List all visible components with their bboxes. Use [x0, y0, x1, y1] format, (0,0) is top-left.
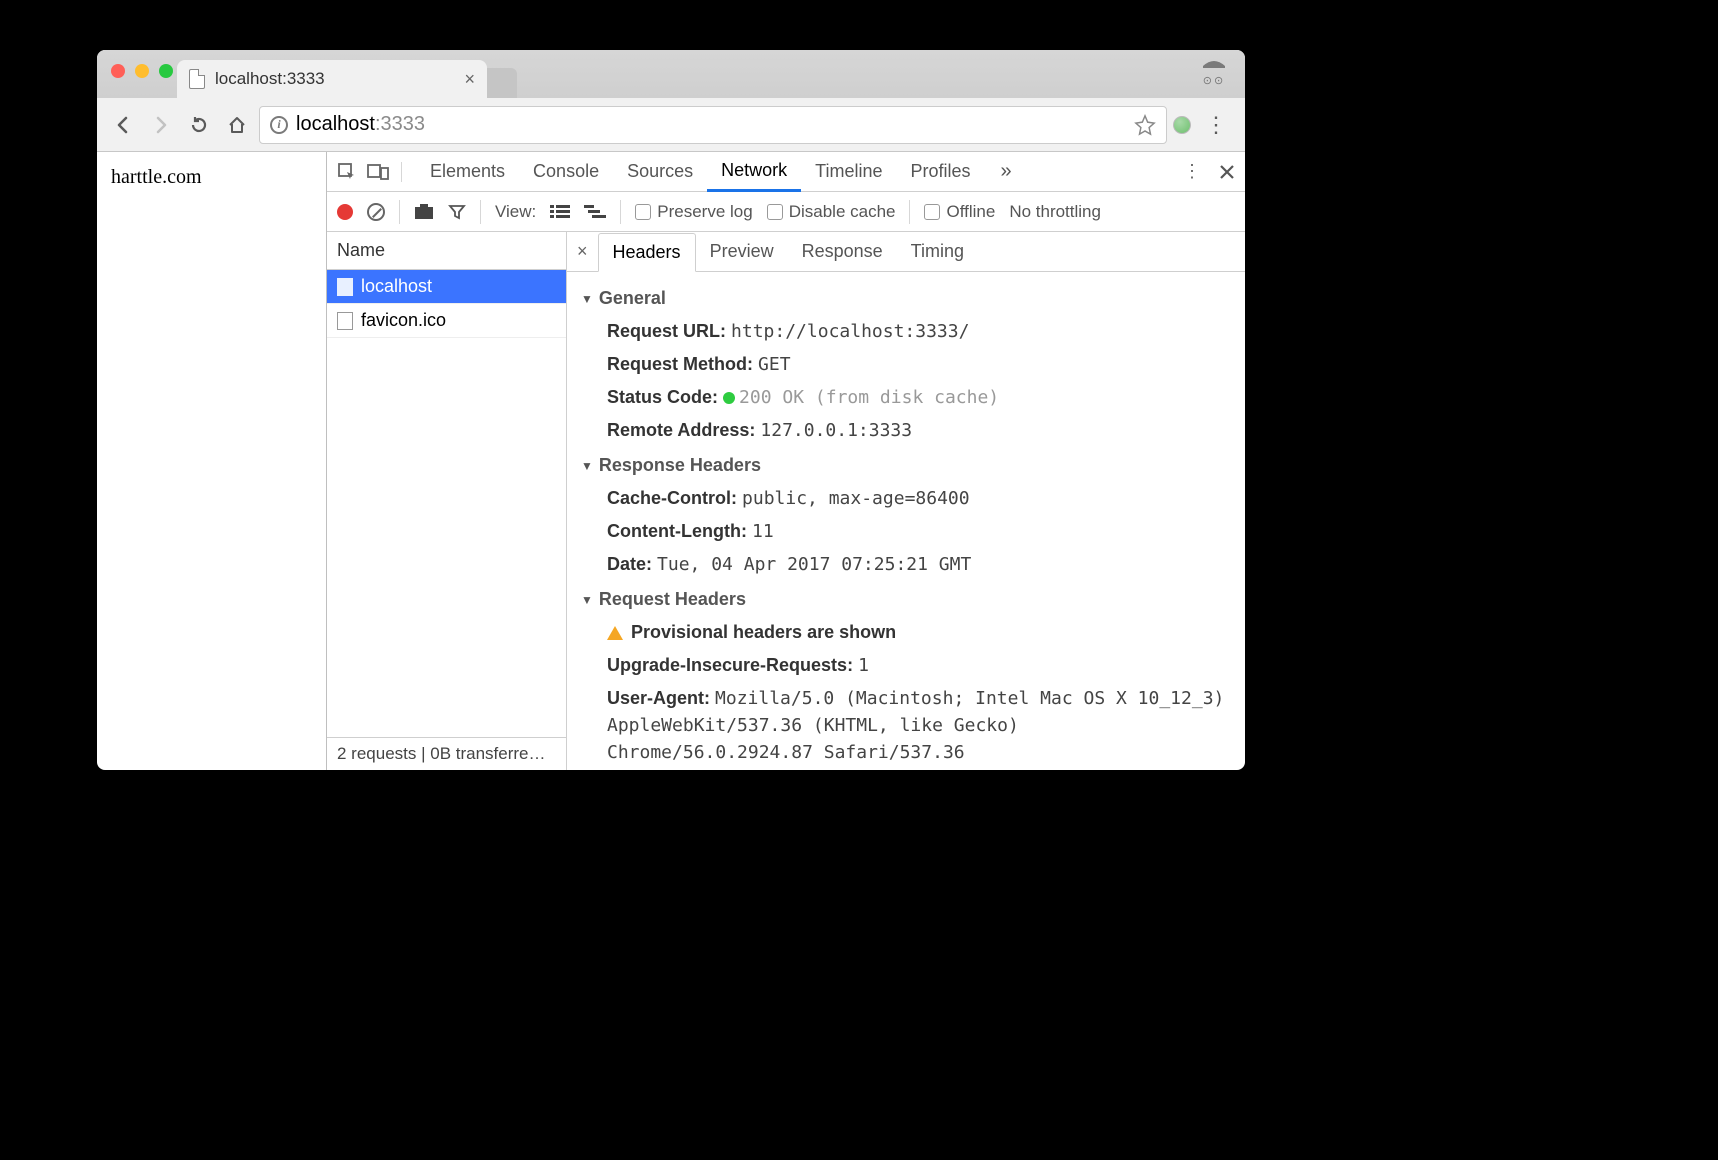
value-remote-address: 127.0.0.1:3333 — [760, 420, 912, 441]
titlebar: localhost:3333 × ⊙⊙ — [97, 50, 1245, 98]
minimize-window-button[interactable] — [135, 64, 149, 78]
label-cache-control: Cache-Control: — [607, 488, 737, 508]
label-request-method: Request Method: — [607, 354, 753, 374]
nav-toolbar: i localhost:3333 ⋮ — [97, 98, 1245, 152]
preserve-log-checkbox[interactable]: Preserve log — [635, 202, 752, 222]
devtools-close-button[interactable] — [1219, 164, 1235, 180]
page-text: harttle.com — [111, 166, 202, 188]
tab-network[interactable]: Network — [707, 152, 801, 192]
document-icon — [337, 278, 353, 296]
label-remote-address: Remote Address: — [607, 420, 755, 440]
request-name: localhost — [361, 276, 432, 297]
value-date: Tue, 04 Apr 2017 07:25:21 GMT — [657, 554, 971, 575]
capture-screenshot-icon[interactable] — [414, 204, 434, 220]
section-title[interactable]: Request Headers — [581, 589, 1225, 610]
detail-tab-timing[interactable]: Timing — [897, 233, 978, 270]
zoom-window-button[interactable] — [159, 64, 173, 78]
detail-close-button[interactable]: × — [567, 241, 598, 262]
url-host: localhost — [296, 113, 375, 135]
filter-icon[interactable] — [448, 203, 466, 221]
value-content-length: 11 — [752, 521, 774, 542]
site-info-icon[interactable]: i — [270, 116, 288, 134]
headers-panel: General Request URL: http://localhost:33… — [567, 272, 1245, 770]
network-main: Name localhost favicon.ico 2 requests | … — [327, 232, 1245, 770]
section-title[interactable]: Response Headers — [581, 455, 1225, 476]
request-detail: × Headers Preview Response Timing Genera… — [567, 232, 1245, 770]
label-request-url: Request URL: — [607, 321, 726, 341]
content-area: harttle.com Elements Console Sources Net… — [97, 152, 1245, 770]
request-row[interactable]: localhost — [327, 270, 566, 304]
clear-button[interactable] — [367, 203, 385, 221]
separator — [909, 200, 910, 224]
requests-column-header[interactable]: Name — [327, 232, 566, 270]
value-request-method: GET — [758, 354, 791, 375]
network-toolbar: View: Preserve log Disable cache Offline… — [327, 192, 1245, 232]
bookmark-star-icon[interactable] — [1134, 114, 1156, 136]
provisional-warning: Provisional headers are shown — [631, 622, 896, 642]
incognito-icon: ⊙⊙ — [1201, 60, 1227, 87]
tab-sources[interactable]: Sources — [613, 153, 707, 190]
devtools-panel: Elements Console Sources Network Timelin… — [327, 152, 1245, 770]
tab-close-button[interactable]: × — [464, 69, 475, 90]
warning-icon — [607, 626, 623, 640]
devtools-menu-button[interactable]: ⋮ — [1183, 161, 1201, 182]
document-icon — [337, 312, 353, 330]
view-label: View: — [495, 202, 536, 222]
value-upgrade-insecure: 1 — [858, 655, 869, 676]
forward-button[interactable] — [145, 109, 177, 141]
detail-tab-headers[interactable]: Headers — [598, 233, 696, 272]
devtools-tabstrip: Elements Console Sources Network Timelin… — [327, 152, 1245, 192]
throttling-select[interactable]: No throttling — [1009, 202, 1101, 222]
section-title[interactable]: General — [581, 288, 1225, 309]
label-upgrade-insecure: Upgrade-Insecure-Requests: — [607, 655, 853, 675]
request-row[interactable]: favicon.ico — [327, 304, 566, 338]
section-request-headers: Request Headers Provisional headers are … — [581, 589, 1225, 769]
label-status-code: Status Code: — [607, 387, 718, 407]
home-button[interactable] — [221, 109, 253, 141]
address-bar[interactable]: i localhost:3333 — [259, 106, 1167, 144]
record-button[interactable] — [337, 204, 353, 220]
requests-summary: 2 requests | 0B transferre… — [327, 737, 566, 770]
close-window-button[interactable] — [111, 64, 125, 78]
profile-avatar[interactable] — [1173, 116, 1191, 134]
separator — [480, 200, 481, 224]
url-rest: :3333 — [375, 113, 425, 135]
tab-elements[interactable]: Elements — [416, 153, 519, 190]
view-list-icon[interactable] — [550, 204, 570, 220]
offline-checkbox[interactable]: Offline — [924, 202, 995, 222]
separator — [620, 200, 621, 224]
value-request-url: http://localhost:3333/ — [731, 321, 969, 342]
status-ok-icon — [723, 392, 735, 404]
label-date: Date: — [607, 554, 652, 574]
detail-tab-preview[interactable]: Preview — [696, 233, 788, 270]
label-content-length: Content-Length: — [607, 521, 747, 541]
chrome-menu-button[interactable]: ⋮ — [1197, 112, 1235, 138]
browser-tab[interactable]: localhost:3333 × — [177, 60, 487, 98]
value-cache-control: public, max-age=86400 — [742, 488, 970, 509]
back-button[interactable] — [107, 109, 139, 141]
value-status-code: 200 OK (from disk cache) — [739, 387, 999, 408]
disable-cache-checkbox[interactable]: Disable cache — [767, 202, 896, 222]
view-waterfall-icon[interactable] — [584, 204, 606, 220]
section-general: General Request URL: http://localhost:33… — [581, 288, 1225, 447]
request-name: favicon.ico — [361, 310, 446, 331]
device-mode-icon[interactable] — [367, 163, 389, 181]
browser-window: localhost:3333 × ⊙⊙ i localhost:3333 — [97, 50, 1245, 770]
inspect-element-icon[interactable] — [337, 162, 357, 182]
separator — [399, 200, 400, 224]
tab-timeline[interactable]: Timeline — [801, 153, 896, 190]
tab-profiles[interactable]: Profiles — [897, 153, 985, 190]
detail-tab-response[interactable]: Response — [788, 233, 897, 270]
section-response-headers: Response Headers Cache-Control: public, … — [581, 455, 1225, 581]
window-controls — [111, 64, 173, 78]
detail-tabstrip: × Headers Preview Response Timing — [567, 232, 1245, 272]
page-icon — [189, 69, 205, 89]
page-body: harttle.com — [97, 152, 327, 770]
request-list: Name localhost favicon.ico 2 requests | … — [327, 232, 567, 770]
label-user-agent: User-Agent: — [607, 688, 710, 708]
tab-console[interactable]: Console — [519, 153, 613, 190]
tab-title: localhost:3333 — [215, 69, 325, 89]
reload-button[interactable] — [183, 109, 215, 141]
tabs-overflow-button[interactable]: » — [987, 152, 1026, 191]
